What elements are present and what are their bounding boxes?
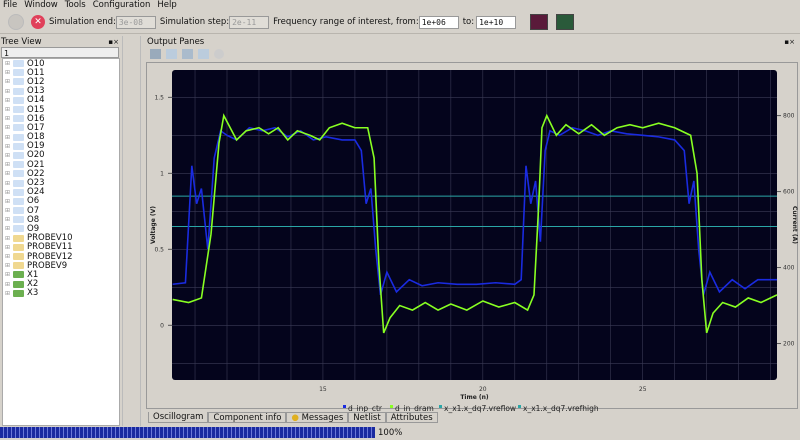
progress-label: 100% [378,428,403,438]
y-tick-label: 1 [160,170,164,177]
progress-bar [0,427,375,438]
x-tick-label: 20 [479,386,487,393]
y2-tick-label: 400 [783,265,795,272]
y2-tick-label: 600 [783,189,795,196]
legend-swatch [343,405,346,408]
oscillogram-chart[interactable]: 15 20 25 0 0.5 1 1.5 200 400 600 800 Time (n) Voltag… [0,0,800,440]
y-tick-label: 0.5 [154,246,164,253]
y2-axis-label: Current (A) [791,206,798,244]
y-tick-label: 0 [160,322,164,329]
tab-messages-label: Messages [301,413,344,423]
warning-icon: ● [291,413,302,423]
legend-swatch [518,405,521,408]
tab-messages[interactable]: ● Messages [286,412,349,423]
legend-swatch [390,405,393,408]
tab-attributes[interactable]: Attributes [385,412,438,423]
y2-tick-label: 800 [783,113,795,120]
y-axis-label: Voltage (V) [150,206,157,244]
tab-bar: Oscillogram Component info ● Messages Ne… [148,412,438,423]
plot-area [172,70,777,380]
tab-oscillogram[interactable]: Oscillogram [148,412,209,423]
x-axis-label: Time (n) [460,394,489,401]
tab-component-info[interactable]: Component info [208,412,287,423]
x-tick-label: 15 [319,386,327,393]
tab-netlist[interactable]: Netlist [348,412,386,423]
y-tick-label: 1.5 [154,94,164,101]
legend-swatch [439,405,442,408]
legend-entry[interactable]: x_x1.x_dq7.vrefhigh [523,404,599,413]
y2-tick-label: 200 [783,341,795,348]
legend-entry[interactable]: x_x1.x_dq7.vreflow [444,404,516,413]
x-tick-label: 25 [639,386,647,393]
